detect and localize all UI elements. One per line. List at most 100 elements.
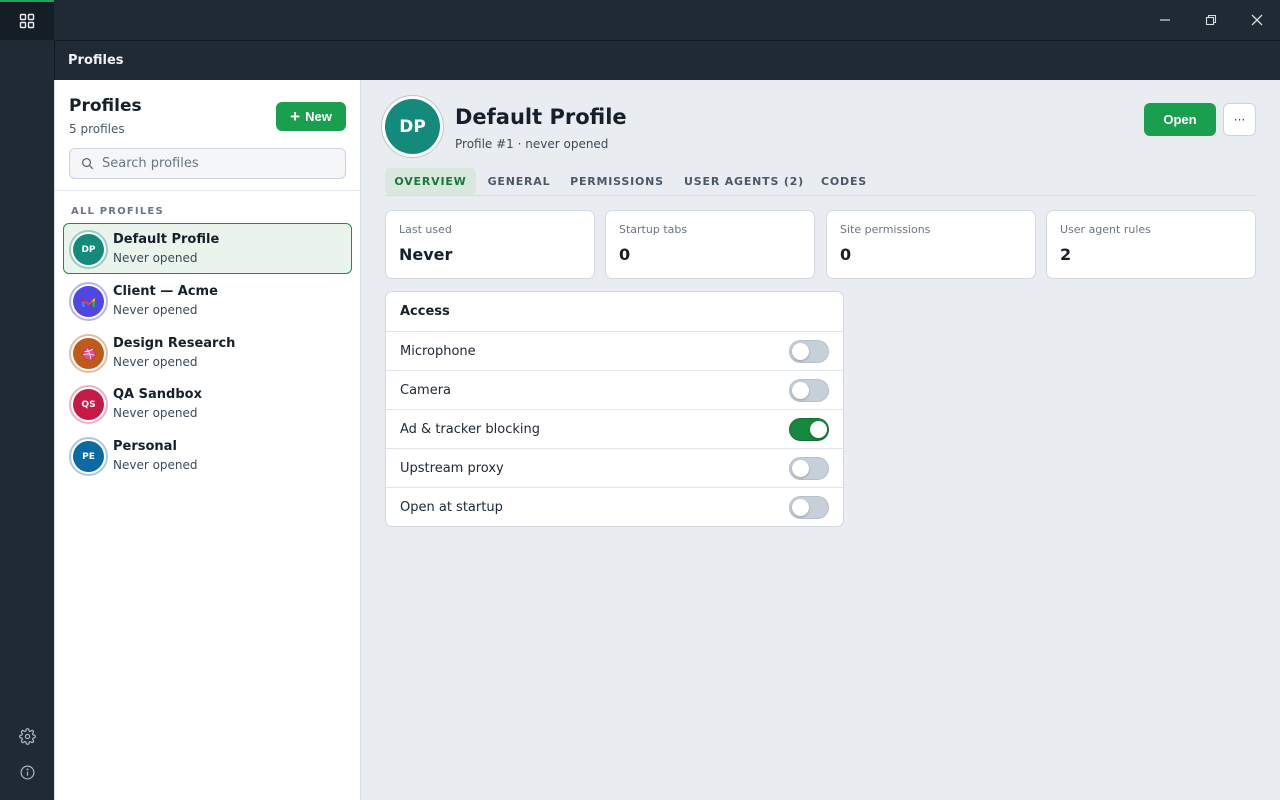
- stat-label: User agent rules: [1060, 223, 1151, 236]
- minimize-icon: [1160, 19, 1170, 21]
- avatar: DP: [69, 230, 108, 269]
- new-profile-button[interactable]: + New: [276, 102, 346, 131]
- search-box[interactable]: [69, 148, 346, 179]
- avatar: DP: [381, 95, 444, 158]
- stat-value: 0: [840, 245, 852, 264]
- left-rail: [0, 40, 54, 800]
- tab-user-agents[interactable]: USER AGENTS (2): [679, 168, 809, 195]
- access-row-upstream-proxy: Upstream proxy: [386, 449, 843, 488]
- avatar-badge: [73, 286, 104, 317]
- avatar-initials: QS: [73, 389, 104, 420]
- access-label: Upstream proxy: [400, 460, 504, 476]
- open-profile-button[interactable]: Open: [1144, 103, 1216, 136]
- tab-codes[interactable]: CODES: [817, 168, 871, 195]
- access-row-open-at-startup: Open at startup: [386, 488, 843, 526]
- new-profile-label: New: [305, 109, 332, 124]
- profile-item[interactable]: PE Personal Never opened: [63, 430, 352, 481]
- microphone-toggle[interactable]: [789, 340, 829, 363]
- upstream-proxy-toggle[interactable]: [789, 457, 829, 480]
- profiles-sidebar: Profiles 5 profiles + New ALL PROFILES D…: [54, 80, 361, 800]
- stat-card-startup-tabs: Startup tabs 0: [605, 210, 815, 279]
- title-bar: [0, 0, 1280, 40]
- about-button[interactable]: [15, 760, 39, 784]
- access-row-microphone: Microphone: [386, 332, 843, 371]
- toggle-knob: [792, 499, 809, 516]
- sidebar-title: Profiles: [69, 96, 142, 116]
- header-title: Profiles: [68, 53, 124, 68]
- profile-item[interactable]: Client — Acme Never opened: [63, 275, 352, 326]
- stat-value: Never: [399, 245, 453, 264]
- settings-button[interactable]: [15, 724, 39, 748]
- toggle-knob: [792, 382, 809, 399]
- restore-icon: [1205, 14, 1217, 26]
- avatar: [69, 334, 108, 373]
- avatar: [69, 282, 108, 321]
- profile-name: Client — Acme: [113, 284, 218, 299]
- camera-toggle[interactable]: [789, 379, 829, 402]
- profile-item[interactable]: DP Default Profile Never opened: [63, 223, 352, 274]
- avatar: PE: [69, 437, 108, 476]
- stat-card-last-used: Last used Never: [385, 210, 595, 279]
- more-icon: ···: [1233, 112, 1246, 127]
- access-label: Open at startup: [400, 500, 503, 515]
- avatar-initials: DP: [385, 99, 440, 154]
- gmail-icon: [82, 297, 95, 307]
- access-title: Access: [386, 292, 843, 332]
- open-at-startup-toggle[interactable]: [789, 496, 829, 519]
- avatar-initials: PE: [73, 441, 104, 472]
- profile-last-opened: Never opened: [113, 458, 198, 472]
- toggle-knob: [792, 343, 809, 360]
- avatar: QS: [69, 385, 108, 424]
- stat-label: Site permissions: [840, 223, 931, 236]
- minimize-button[interactable]: [1142, 0, 1188, 40]
- profile-name: Design Research: [113, 336, 236, 351]
- stat-label: Startup tabs: [619, 223, 688, 236]
- divider: [55, 190, 361, 191]
- more-options-button[interactable]: ···: [1223, 103, 1256, 136]
- access-row-ad-blocking: Ad & tracker blocking: [386, 410, 843, 449]
- section-label-all-profiles: ALL PROFILES: [71, 206, 164, 217]
- access-row-camera: Camera: [386, 371, 843, 410]
- access-label: Microphone: [400, 343, 476, 359]
- profile-last-opened: Never opened: [113, 303, 198, 317]
- tab-bar: OVERVIEW GENERAL PERMISSIONS USER AGENTS…: [385, 167, 1256, 196]
- toggle-knob: [792, 460, 809, 477]
- stat-value: 0: [619, 245, 631, 264]
- gear-icon: [18, 727, 36, 745]
- profile-subtitle: Profile #1 · never opened: [455, 137, 609, 151]
- access-card: Access Microphone Camera Ad & tracker bl…: [385, 291, 844, 527]
- info-icon: [20, 765, 34, 779]
- profiles-app-tab[interactable]: [0, 0, 54, 40]
- grid-icon: [19, 13, 35, 29]
- stat-value: 2: [1060, 245, 1072, 264]
- profile-count: 5 profiles: [69, 122, 125, 136]
- stat-label: Last used: [399, 223, 452, 236]
- tab-permissions[interactable]: PERMISSIONS: [565, 168, 669, 195]
- close-icon: [1251, 14, 1263, 26]
- profile-last-opened: Never opened: [113, 355, 198, 369]
- page-title: Default Profile: [455, 105, 627, 129]
- avatar-initials: DP: [73, 234, 104, 265]
- dribbble-icon: [82, 347, 95, 360]
- profile-last-opened: Never opened: [113, 406, 198, 420]
- toggle-knob: [810, 421, 827, 438]
- stat-card-site-permissions: Site permissions 0: [826, 210, 1036, 279]
- plus-icon: +: [290, 107, 301, 126]
- access-label: Ad & tracker blocking: [400, 421, 541, 437]
- profile-name: Personal: [113, 439, 177, 454]
- close-button[interactable]: [1234, 0, 1280, 40]
- profile-last-opened: Never opened: [113, 251, 198, 265]
- tab-overview[interactable]: OVERVIEW: [385, 168, 476, 195]
- tab-general[interactable]: GENERAL: [481, 168, 557, 195]
- restore-button[interactable]: [1188, 0, 1234, 40]
- stat-card-user-agent-rules: User agent rules 2: [1046, 210, 1256, 279]
- profile-item[interactable]: Design Research Never opened: [63, 327, 352, 378]
- profile-detail: DP Default Profile Profile #1 · never op…: [361, 80, 1280, 800]
- profile-item[interactable]: QS QA Sandbox Never opened: [63, 378, 352, 429]
- profile-name: QA Sandbox: [113, 387, 202, 402]
- profile-name: Default Profile: [113, 232, 220, 247]
- avatar-badge: [73, 338, 104, 369]
- page-header: Profiles: [54, 40, 1280, 80]
- ad-blocking-toggle[interactable]: [789, 418, 829, 441]
- search-input[interactable]: [102, 156, 332, 171]
